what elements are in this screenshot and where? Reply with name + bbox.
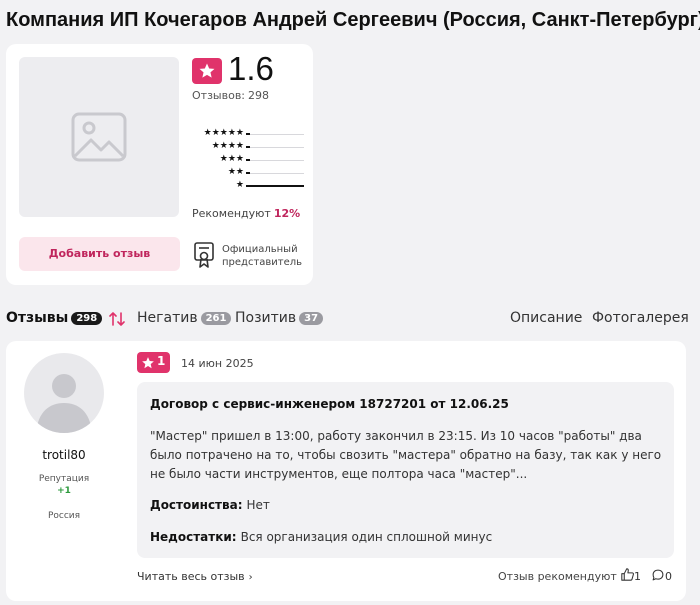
distribution-bar-fill — [246, 146, 250, 148]
rating-value: 1.6 — [228, 50, 274, 87]
distribution-bar — [246, 185, 304, 187]
rating-distribution-row[interactable]: ★ — [192, 180, 304, 191]
tab-positive[interactable]: Позитив 37 — [235, 310, 324, 326]
distribution-bar-fill — [246, 159, 250, 161]
star-rating-icons: ★ — [235, 180, 244, 190]
pros-text: Нет — [246, 498, 270, 512]
tab-gallery[interactable]: Фотогалерея — [592, 310, 689, 326]
author-country: Россия — [47, 511, 81, 521]
star-icon — [142, 357, 154, 369]
recommend-percent: 12% — [273, 207, 301, 220]
chevron-right-icon: › — [248, 572, 253, 583]
company-card: 1.6 Отзывов: 298 ★★★★★ ★★★★ ★★★ ★★ ★ Рекоменд… — [6, 44, 313, 285]
tab-negative-label: Негатив — [137, 310, 198, 326]
image-placeholder-icon — [71, 112, 127, 162]
read-more-link[interactable]: Читать весь отзыв › — [137, 570, 253, 583]
distribution-bar — [246, 172, 304, 174]
review-title[interactable]: Договор с сервис-инженером 18727201 от 1… — [150, 397, 509, 411]
user-icon — [36, 374, 92, 433]
star-rating-icons: ★★★★ — [211, 141, 244, 151]
rating-distribution-row[interactable]: ★★★★★ — [192, 128, 304, 139]
distribution-bar — [246, 159, 304, 161]
reviews-count-label: Отзывов: — [192, 89, 246, 102]
review-rating-value: 1 — [157, 354, 166, 368]
review-pros: Достоинства: Нет — [150, 498, 270, 512]
company-photo-placeholder — [19, 57, 179, 217]
review-tabs: Отзывы 298 Негатив 261 Позитив 37 Описание … — [6, 310, 690, 332]
rating-star-badge — [192, 58, 222, 84]
distribution-bar — [246, 133, 304, 135]
read-more-label: Читать весь отзыв — [137, 570, 245, 583]
tab-negative[interactable]: Негатив 261 — [137, 310, 232, 326]
pros-label: Достоинства: — [150, 498, 243, 512]
author-name[interactable]: trotil80 — [6, 448, 122, 462]
avatar[interactable] — [24, 353, 104, 433]
distribution-bar-fill — [246, 185, 304, 187]
review-cons: Недостатки: Вся организация один сплошной… — [150, 530, 492, 544]
reputation-label: Репутация — [38, 474, 90, 484]
review-recommended-label: Отзыв рекомендуют — [498, 570, 617, 583]
recommend-rate: Рекомендуют 12% — [192, 207, 300, 220]
add-review-button[interactable]: Добавить отзыв — [19, 237, 180, 271]
thumbs-up-icon[interactable] — [621, 568, 634, 581]
reputation-value: +1 — [57, 486, 71, 496]
certificate-icon — [194, 242, 214, 268]
comment-icon[interactable] — [652, 569, 664, 581]
tab-reviews-count: 298 — [71, 312, 103, 325]
review-date: 14 июн 2025 — [181, 357, 254, 370]
rating-distribution-row[interactable]: ★★★★ — [192, 141, 304, 152]
distribution-bar-fill — [246, 172, 250, 174]
page-title: Компания ИП Кочегаров Андрей Сергеевич (… — [6, 9, 700, 31]
distribution-bar — [246, 146, 304, 148]
cons-label: Недостатки: — [150, 530, 237, 544]
review-rating-badge: 1 — [137, 352, 170, 373]
review-body: Договор с сервис-инженером 18727201 от 1… — [137, 382, 674, 558]
comment-count: 0 — [665, 570, 672, 583]
star-rating-icons: ★★★★★ — [203, 128, 244, 138]
star-rating-icons: ★★★ — [219, 154, 244, 164]
cons-text: Вся организация один сплошной минус — [240, 530, 493, 544]
reviews-count-value: 298 — [248, 89, 270, 102]
review-card: trotil80 Репутация +1 Россия 1 14 июн 20… — [6, 341, 686, 601]
tab-positive-label: Позитив — [235, 310, 297, 326]
review-text: "Мастер" пришел в 13:00, работу закончил… — [150, 429, 662, 481]
star-icon — [199, 63, 215, 78]
like-count: 1 — [634, 570, 641, 583]
reviews-count: Отзывов: 298 — [192, 89, 269, 102]
recommend-label: Рекомендуют — [192, 207, 271, 220]
tab-positive-count: 37 — [299, 312, 324, 325]
sort-icon[interactable] — [109, 311, 125, 327]
star-rating-icons: ★★ — [227, 167, 244, 177]
tab-reviews-label: Отзывы — [6, 310, 69, 326]
tab-negative-count: 261 — [200, 312, 232, 325]
rating-distribution-row[interactable]: ★★ — [192, 167, 304, 178]
distribution-bar-fill — [246, 133, 250, 135]
rating-distribution-row[interactable]: ★★★ — [192, 154, 304, 165]
tab-reviews[interactable]: Отзывы 298 — [6, 310, 103, 326]
tab-description[interactable]: Описание — [510, 310, 582, 326]
official-representative-link[interactable]: Официальный представитель — [222, 243, 312, 269]
